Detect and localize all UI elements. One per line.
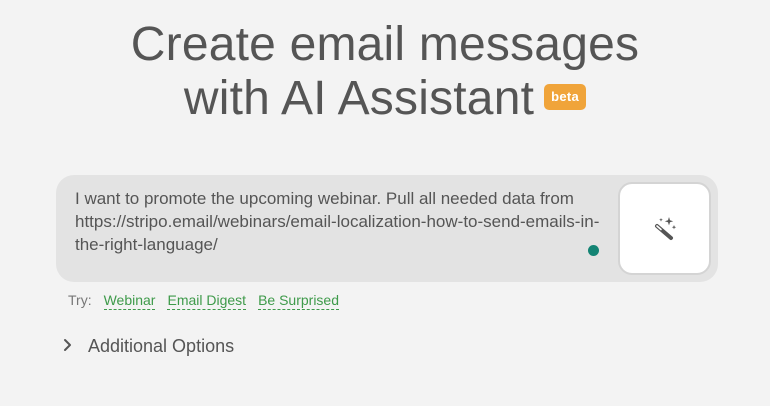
prompt-input[interactable]: I want to promote the upcoming webinar. …: [75, 187, 600, 271]
suggestion-be-surprised[interactable]: Be Surprised: [258, 292, 340, 310]
magic-wand-icon: [652, 216, 678, 242]
prompt-container: I want to promote the upcoming webinar. …: [56, 175, 718, 282]
page-title-line-2-text: with AI Assistant: [183, 72, 535, 125]
suggestions-label: Try:: [68, 292, 92, 308]
suggestion-webinar[interactable]: Webinar: [103, 292, 156, 310]
page-title: Create email messages with AI Assistant b…: [0, 18, 770, 126]
suggestions-row: Try: Webinar Email Digest Be Surprised: [68, 290, 351, 310]
status-dot: [588, 245, 599, 256]
page-title-line-1: Create email messages: [130, 18, 640, 71]
generate-button[interactable]: [618, 182, 711, 275]
beta-badge: beta: [544, 84, 587, 110]
additional-options-label: Additional Options: [88, 336, 235, 356]
page-title-line-2: with AI Assistant beta: [0, 72, 770, 126]
chevron-right-icon: [62, 334, 76, 358]
additional-options-toggle[interactable]: Additional Options: [62, 334, 234, 358]
suggestion-email-digest[interactable]: Email Digest: [167, 292, 247, 310]
